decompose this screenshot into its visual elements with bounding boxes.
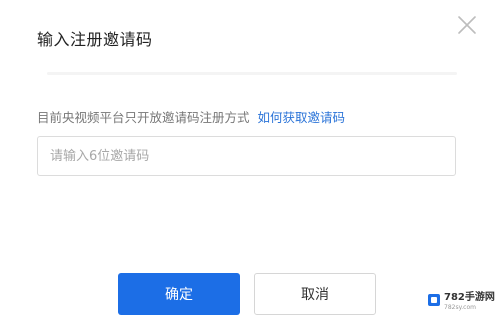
how-to-get-invite-code-link[interactable]: 如何获取邀请码	[258, 110, 346, 125]
divider	[47, 72, 457, 75]
invite-code-dialog: 输入注册邀请码 目前央视频平台只开放邀请码注册方式如何获取邀请码 确定 取消 7…	[0, 0, 496, 325]
watermark-sub-text: 782sy.com	[444, 304, 476, 311]
info-line: 目前央视频平台只开放邀请码注册方式 如何获取邀请码	[37, 107, 345, 126]
dialog-title: 输入注册邀请码	[37, 30, 153, 49]
watermark-logo-icon	[428, 294, 440, 306]
info-text: 目前央视频平台只开放邀请码注册方式	[37, 110, 250, 125]
cancel-button[interactable]: 取消	[254, 273, 376, 315]
confirm-button[interactable]: 确定	[118, 273, 240, 315]
close-icon[interactable]	[455, 13, 479, 37]
watermark-main-text: 782手游网	[444, 292, 495, 303]
site-watermark: 782手游网 782sy.com	[428, 293, 495, 311]
invite-code-input[interactable]	[37, 136, 456, 176]
